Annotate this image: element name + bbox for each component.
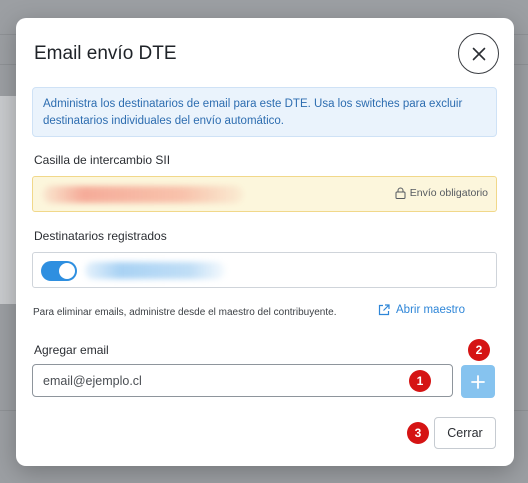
annotation-marker-2: 2	[468, 339, 490, 361]
close-icon	[472, 47, 485, 60]
annotation-marker-1: 1	[409, 370, 431, 392]
mandatory-badge: Envío obligatorio	[395, 187, 488, 199]
sii-mailbox-label: Casilla de intercambio SII	[34, 153, 171, 167]
external-link-icon	[378, 304, 390, 316]
mandatory-label: Envío obligatorio	[409, 187, 488, 199]
redacted-recipient-email	[85, 262, 225, 279]
email-dte-modal: Email envío DTE Administra los destinata…	[16, 18, 514, 466]
email-input[interactable]	[32, 364, 453, 397]
hint-text: Para eliminar emails, administre desde e…	[33, 307, 337, 318]
info-alert: Administra los destinatarios de email pa…	[32, 87, 497, 137]
redacted-sii-email	[43, 186, 243, 203]
modal-title: Email envío DTE	[34, 43, 177, 64]
recipients-list	[32, 252, 497, 288]
close-button[interactable]: Cerrar	[434, 417, 496, 449]
add-email-label: Agregar email	[34, 343, 109, 357]
open-master-link[interactable]: Abrir maestro	[378, 304, 465, 316]
recipients-label: Destinatarios registrados	[34, 229, 167, 243]
toggle-knob	[59, 263, 75, 279]
sii-mailbox-field: Envío obligatorio	[32, 176, 497, 212]
annotation-marker-3: 3	[407, 422, 429, 444]
close-modal-button[interactable]	[458, 33, 499, 74]
add-email-button[interactable]	[461, 365, 495, 398]
plus-icon	[471, 374, 485, 389]
lock-icon	[395, 187, 406, 199]
recipient-toggle[interactable]	[41, 261, 77, 281]
open-master-label: Abrir maestro	[396, 304, 466, 316]
